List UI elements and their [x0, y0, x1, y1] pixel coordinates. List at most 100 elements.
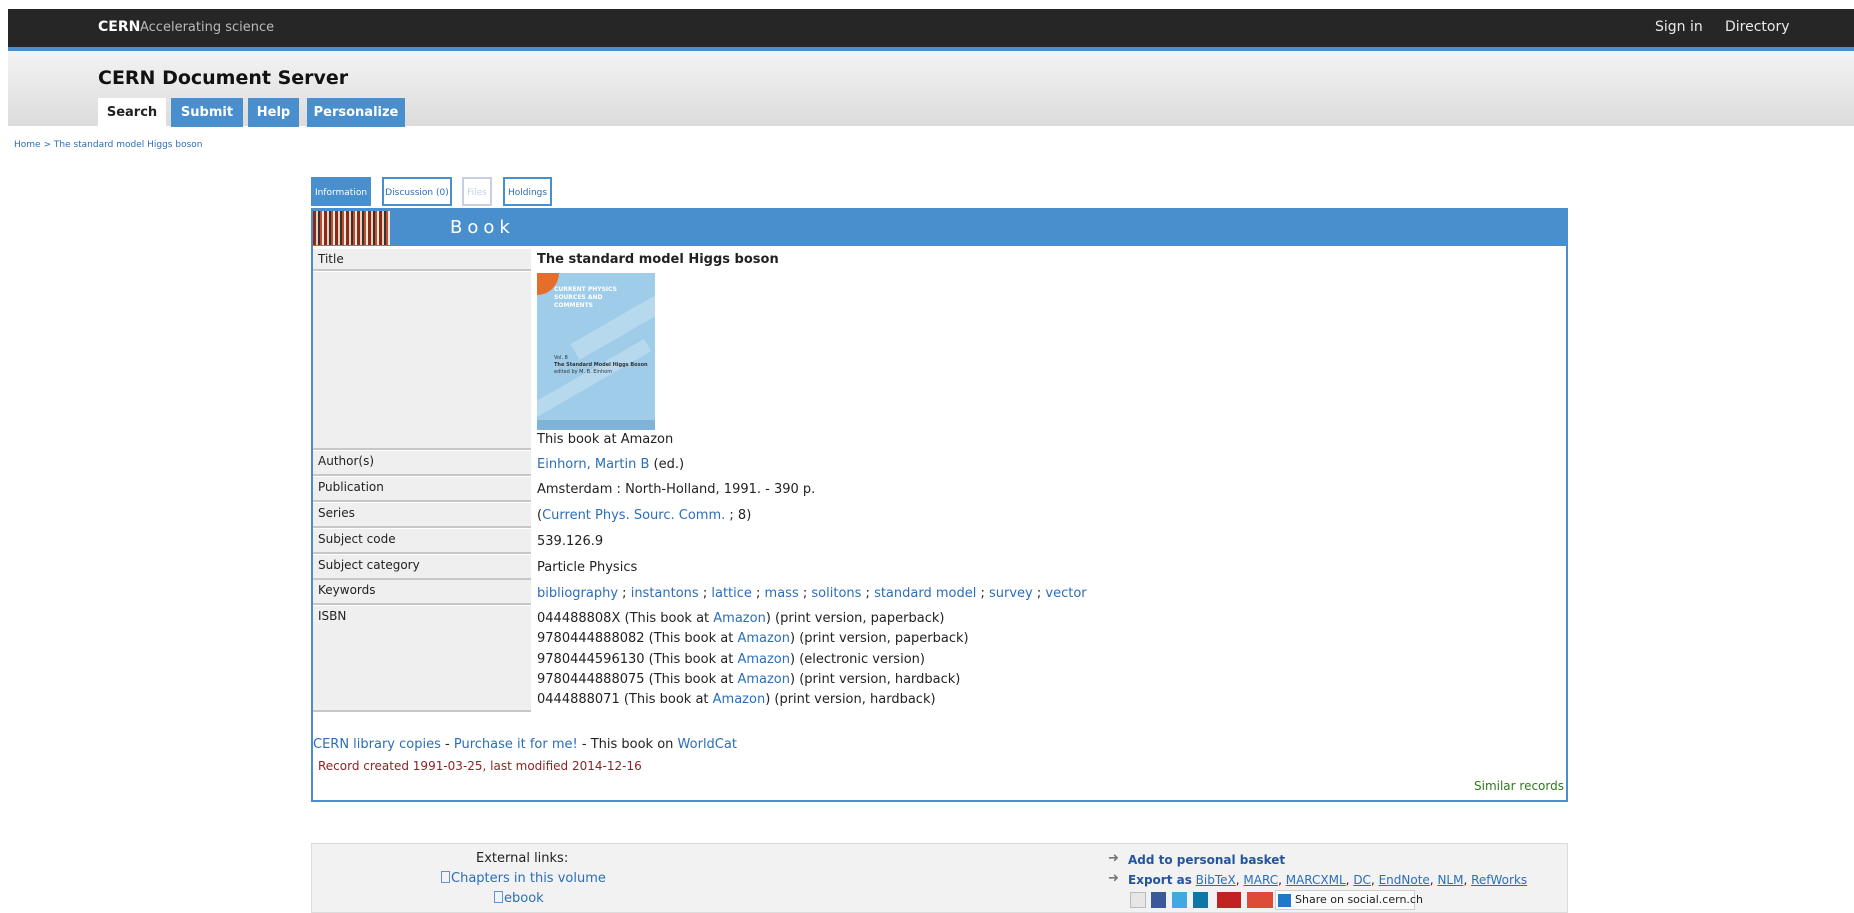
cover-series-text: CURRENT PHYSICS SOURCES AND COMMENTS [554, 286, 617, 309]
chapters-link[interactable]: Chapters in this volume [441, 871, 606, 886]
subject-code-link[interactable]: 539.126.9 [537, 534, 603, 549]
purchase-link[interactable]: Purchase it for me! [454, 737, 578, 752]
export-formats: Export as BibTeX, MARC, MARCXML, DC, End… [1128, 873, 1528, 887]
record-tab-holdings[interactable]: Holdings [503, 177, 552, 206]
library-links: CERN library copies - Purchase it for me… [313, 737, 737, 752]
export-nlm-link[interactable]: NLM [1437, 873, 1463, 887]
export-dc-link[interactable]: DC [1353, 873, 1371, 887]
email-icon[interactable] [1130, 892, 1146, 908]
field-label-publication: Publication [313, 477, 531, 502]
similar-records-link[interactable]: Similar records [1474, 779, 1564, 793]
tab-personalize[interactable]: Personalize [307, 98, 405, 127]
document-icon [441, 871, 450, 883]
keyword-link[interactable]: solitons [811, 586, 861, 601]
isbn-number: 9780444596130 [537, 651, 645, 667]
export-endnote-link[interactable]: EndNote [1379, 873, 1430, 887]
cover-editor: edited by M. B. Einhorn [554, 369, 613, 375]
keyword-link[interactable]: mass [765, 586, 799, 601]
isbn-pre: (This book at [620, 611, 714, 626]
isbn-amazon-link[interactable]: Amazon [737, 631, 790, 646]
document-icon [494, 891, 503, 903]
isbn-amazon-link[interactable]: Amazon [737, 652, 790, 667]
isbn-number: 0444888071 [537, 692, 620, 708]
library-separator: - [440, 737, 454, 752]
cern-brand-link[interactable]: CERN [98, 19, 140, 35]
tab-help[interactable]: Help [248, 98, 299, 127]
export-refworks-link[interactable]: RefWorks [1471, 873, 1527, 887]
authors-value: Einhorn, Martin B (ed.) [537, 457, 684, 472]
isbn-list: 044488808X (This book at Amazon) (print … [537, 609, 969, 710]
isbn-amazon-link[interactable]: Amazon [737, 672, 790, 687]
sign-in-link[interactable]: Sign in [1655, 19, 1703, 35]
directory-link[interactable]: Directory [1725, 19, 1790, 35]
export-marc-link[interactable]: MARC [1243, 873, 1278, 887]
field-label-keywords: Keywords [313, 580, 531, 605]
isbn-post: ) (print version, paperback) [765, 611, 945, 626]
site-title[interactable]: CERN Document Server [98, 67, 348, 89]
record-created-text: Record created 1991-03-25, last modified… [318, 759, 642, 773]
isbn-post: ) (print version, hardback) [790, 671, 961, 687]
isbn-post: ) (electronic version) [790, 651, 925, 667]
record-tab-information[interactable]: Information [311, 177, 371, 206]
tab-search[interactable]: Search [98, 98, 166, 127]
isbn-number: 044488808X [537, 611, 621, 626]
book-cover-image[interactable]: CURRENT PHYSICS SOURCES AND COMMENTS Vol… [537, 273, 655, 430]
add-to-basket-link[interactable]: Add to personal basket [1128, 853, 1285, 867]
cern-library-copies-link[interactable]: CERN library copies [313, 737, 441, 752]
isbn-post: ) (print version, paperback) [790, 631, 969, 647]
field-label-authors: Author(s) [313, 451, 531, 476]
export-bibtex-link[interactable]: BibTeX [1196, 873, 1236, 887]
ebook-label: ebook [504, 891, 544, 906]
share-icon [1278, 894, 1291, 907]
twitter-icon[interactable] [1172, 892, 1187, 908]
isbn-entry: 9780444888082 (This book at Amazon) (pri… [537, 629, 969, 649]
keyword-link[interactable]: instantons [631, 586, 699, 601]
arrow-right-icon: ➜ [1108, 871, 1119, 886]
google-plus-icon[interactable] [1247, 892, 1273, 908]
sciencewise-icon[interactable] [1217, 892, 1241, 908]
external-links-title: External links: [476, 851, 569, 866]
worldcat-link[interactable]: WorldCat [678, 737, 737, 752]
isbn-pre: (This book at [644, 631, 738, 647]
record-title: The standard model Higgs boson [537, 252, 779, 267]
ebook-link[interactable]: ebook [494, 891, 544, 906]
keyword-separator: ; [618, 586, 631, 601]
keyword-link[interactable]: survey [989, 586, 1033, 601]
subject-category-value: Particle Physics [537, 560, 638, 575]
isbn-entry: 0444888071 (This book at Amazon) (print … [537, 690, 969, 710]
isbn-amazon-link[interactable]: Amazon [713, 611, 766, 626]
field-label-subject-code: Subject code [313, 529, 531, 554]
keyword-link[interactable]: standard model [874, 586, 976, 601]
keyword-separator: ; [798, 586, 812, 601]
linkedin-icon[interactable] [1193, 892, 1208, 908]
export-marcxml-link[interactable]: MARCXML [1286, 873, 1346, 887]
share-label: Share on social.cern.ch [1295, 893, 1423, 906]
cover-publisher-strip [537, 420, 655, 430]
isbn-post: ) (print version, hardback) [765, 692, 936, 708]
chapters-label: Chapters in this volume [451, 871, 606, 886]
worldcat-prefix: - This book on [577, 737, 678, 752]
keyword-separator: ; [976, 586, 989, 601]
series-link[interactable]: Current Phys. Sourc. Comm. [542, 508, 725, 523]
record-tab-discussion[interactable]: Discussion (0) [382, 177, 452, 206]
keyword-separator: ; [751, 586, 765, 601]
keyword-link[interactable]: bibliography [537, 586, 618, 601]
tab-submit[interactable]: Submit [171, 98, 243, 127]
facebook-icon[interactable] [1151, 892, 1166, 908]
author-link[interactable]: Einhorn, Martin B [537, 457, 649, 472]
keyword-link[interactable]: lattice [711, 586, 752, 601]
isbn-entry: 044488808X (This book at Amazon) (print … [537, 609, 969, 629]
isbn-amazon-link[interactable]: Amazon [713, 692, 766, 707]
keyword-separator: ; [861, 586, 875, 601]
record-type-label: Book [450, 217, 515, 238]
keyword-separator: ; [698, 586, 712, 601]
publication-value: Amsterdam : North-Holland, 1991. - 390 p… [537, 482, 816, 497]
cern-tagline: Accelerating science [140, 20, 275, 35]
keywords-value: bibliography ; instantons ; lattice ; ma… [537, 586, 1087, 601]
field-label-title: Title [313, 249, 531, 271]
keyword-link[interactable]: vector [1045, 586, 1086, 601]
breadcrumb[interactable]: Home > The standard model Higgs boson [14, 140, 202, 150]
isbn-pre: (This book at [644, 651, 738, 667]
amazon-link[interactable]: This book at Amazon [537, 432, 673, 447]
isbn-number: 9780444888075 [537, 671, 645, 687]
